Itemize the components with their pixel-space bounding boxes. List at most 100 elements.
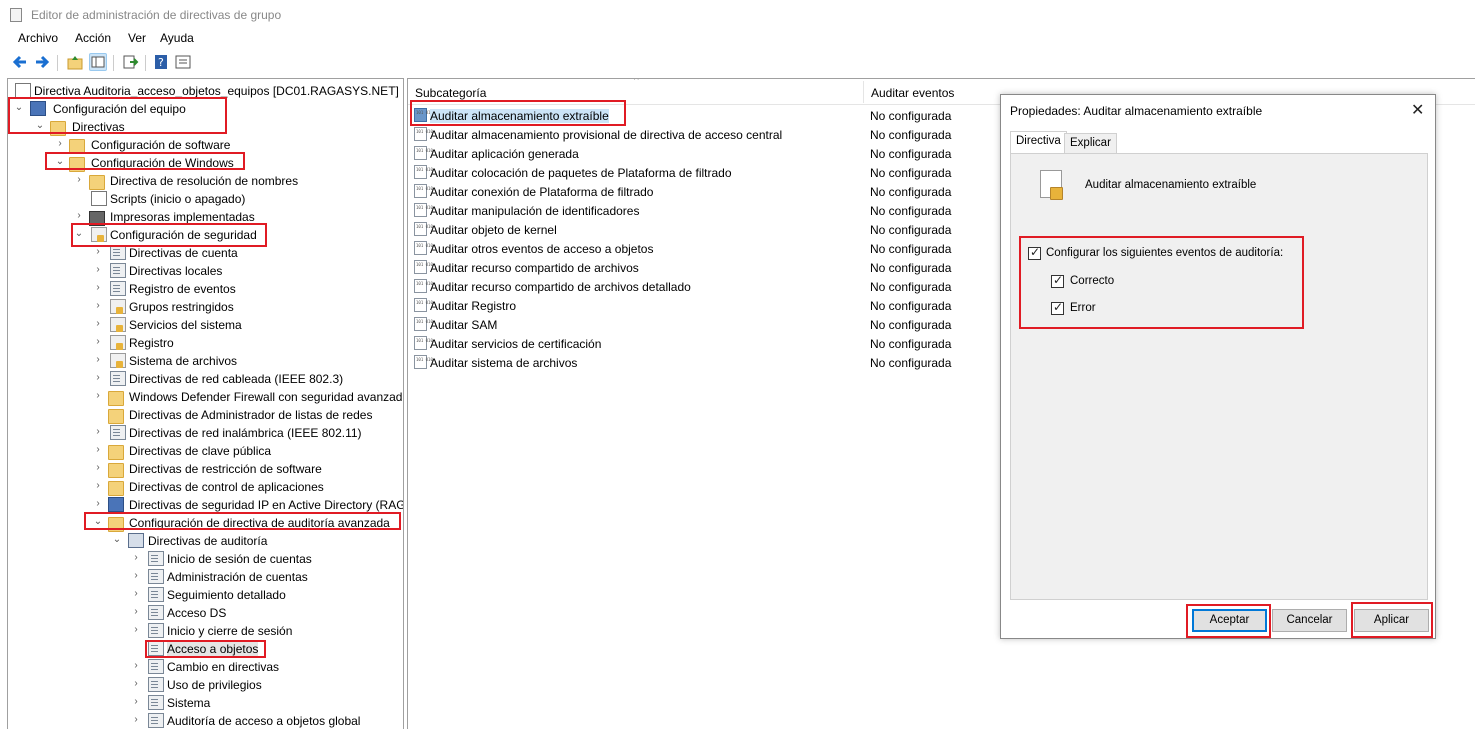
- list-row[interactable]: Auditar SAM No configurada: [408, 315, 998, 334]
- tree-item-label: Grupos restringidos: [129, 300, 234, 314]
- help-icon[interactable]: ?: [152, 53, 170, 71]
- list-row[interactable]: Auditar almacenamiento provisional de di…: [408, 125, 998, 144]
- menu-accion[interactable]: Acción: [75, 31, 111, 45]
- highlight-acceso-objetos: [145, 640, 266, 658]
- audit-setting-icon: [414, 203, 427, 217]
- list-row[interactable]: Auditar servicios de certificación No co…: [408, 334, 998, 353]
- list-row[interactable]: Auditar objeto de kernel No configurada: [408, 220, 998, 239]
- tree-item-label: Registro: [129, 336, 174, 350]
- lock-icon: [110, 299, 126, 314]
- tree-item-label: Directivas de restricción de software: [129, 462, 322, 476]
- menu-archivo[interactable]: Archivo: [18, 31, 58, 45]
- list-row[interactable]: Auditar recurso compartido de archivos N…: [408, 258, 998, 277]
- back-icon[interactable]: [11, 53, 29, 71]
- tree-item-label: Directivas de seguridad IP en Active Dir…: [129, 498, 404, 512]
- policy-icon: [148, 623, 164, 638]
- chevron-right-icon[interactable]: ›: [131, 589, 141, 599]
- close-icon[interactable]: ✕: [1411, 100, 1424, 120]
- list-row[interactable]: Auditar manipulación de identificadores …: [408, 201, 998, 220]
- chevron-right-icon[interactable]: ›: [131, 625, 141, 635]
- title-bar: Editor de administración de directivas d…: [0, 0, 1475, 30]
- properties-icon[interactable]: [174, 53, 192, 71]
- toolbar-separator: [145, 55, 146, 71]
- chevron-right-icon[interactable]: ›: [74, 175, 84, 185]
- list-row[interactable]: Auditar Registro No configurada: [408, 296, 998, 315]
- tree-item-label: Directivas de Administrador de listas de…: [129, 408, 373, 422]
- chevron-right-icon[interactable]: ›: [93, 247, 103, 257]
- list-row[interactable]: Auditar recurso compartido de archivos d…: [408, 277, 998, 296]
- wireless-policy-icon: [110, 425, 126, 440]
- tab-directiva[interactable]: Directiva: [1010, 131, 1067, 154]
- tree-item-label: Directivas de red inalámbrica (IEEE 802.…: [129, 426, 362, 440]
- audit-setting-icon: [414, 298, 427, 312]
- chevron-right-icon[interactable]: ›: [55, 139, 65, 149]
- up-folder-icon[interactable]: [66, 53, 84, 71]
- chevron-right-icon[interactable]: ›: [93, 391, 103, 401]
- chevron-right-icon[interactable]: ›: [93, 373, 103, 383]
- policy-icon: [110, 245, 126, 260]
- column-separator[interactable]: [863, 81, 864, 103]
- chevron-right-icon[interactable]: ›: [93, 499, 103, 509]
- chevron-right-icon[interactable]: ›: [131, 661, 141, 671]
- chevron-right-icon[interactable]: ›: [93, 301, 103, 311]
- column-subcategoria[interactable]: Subcategoría: [415, 86, 486, 100]
- tab-explicar[interactable]: Explicar: [1064, 133, 1117, 154]
- chevron-right-icon[interactable]: ›: [131, 571, 141, 581]
- chevron-right-icon[interactable]: ›: [93, 355, 103, 365]
- chevron-right-icon[interactable]: ›: [131, 679, 141, 689]
- chevron-down-icon[interactable]: ⌄: [112, 535, 122, 545]
- chevron-right-icon[interactable]: ›: [93, 427, 103, 437]
- chevron-right-icon[interactable]: ›: [93, 319, 103, 329]
- list-row[interactable]: Auditar otros eventos de acceso a objeto…: [408, 239, 998, 258]
- row-value: No configurada: [870, 109, 952, 123]
- chevron-right-icon[interactable]: ›: [93, 337, 103, 347]
- chevron-right-icon[interactable]: ›: [93, 445, 103, 455]
- console-tree: Directiva Auditoria_acceso_objetos_equip…: [7, 78, 404, 729]
- script-icon: [91, 191, 107, 206]
- audit-setting-icon: [414, 241, 427, 255]
- dialog-title: Propiedades: Auditar almacenamiento extr…: [1010, 104, 1263, 118]
- menu-bar: Archivo Acción Ver Ayuda: [0, 30, 1475, 50]
- chevron-right-icon[interactable]: ›: [93, 265, 103, 275]
- chevron-right-icon[interactable]: ›: [74, 211, 84, 221]
- highlight-config-seguridad: [71, 223, 267, 247]
- menu-ayuda[interactable]: Ayuda: [160, 31, 194, 45]
- ip-security-icon: [108, 497, 124, 512]
- audit-setting-icon: [414, 279, 427, 293]
- audit-setting-icon: [414, 355, 427, 369]
- chevron-right-icon[interactable]: ›: [131, 553, 141, 563]
- column-auditar-eventos[interactable]: Auditar eventos: [871, 86, 954, 100]
- row-name: Auditar objeto de kernel: [430, 223, 557, 237]
- tree-item-label: Acceso DS: [167, 606, 227, 620]
- list-row[interactable]: Auditar sistema de archivos No configura…: [408, 353, 998, 372]
- chevron-right-icon[interactable]: ›: [131, 697, 141, 707]
- export-list-icon[interactable]: [121, 53, 139, 71]
- toolbar: ?: [0, 50, 1475, 76]
- menu-ver[interactable]: Ver: [128, 31, 146, 45]
- tree-item-label: Inicio de sesión de cuentas: [167, 552, 312, 566]
- row-name: Auditar sistema de archivos: [430, 356, 578, 370]
- tree-item-label: Windows Defender Firewall con seguridad …: [129, 390, 404, 404]
- svg-text:?: ?: [158, 56, 164, 69]
- list-row[interactable]: Auditar aplicación generada No configura…: [408, 144, 998, 163]
- show-hide-tree-icon[interactable]: [89, 53, 107, 71]
- cancel-button[interactable]: Cancelar: [1272, 609, 1347, 632]
- app-icon: [10, 8, 22, 22]
- policy-icon: [148, 605, 164, 620]
- chevron-right-icon[interactable]: ›: [93, 481, 103, 491]
- tree-item-label: Cambio en directivas: [167, 660, 280, 674]
- chevron-right-icon[interactable]: ›: [93, 283, 103, 293]
- lock-icon: [110, 317, 126, 332]
- chevron-right-icon[interactable]: ›: [93, 463, 103, 473]
- highlight-config-windows: [45, 152, 245, 170]
- folder-icon: [108, 391, 124, 406]
- row-name: Auditar conexión de Plataforma de filtra…: [430, 185, 654, 199]
- forward-icon[interactable]: [33, 53, 51, 71]
- chevron-right-icon[interactable]: ›: [131, 607, 141, 617]
- row-name: Auditar servicios de certificación: [430, 337, 602, 351]
- list-row[interactable]: Auditar conexión de Plataforma de filtra…: [408, 182, 998, 201]
- row-value: No configurada: [870, 261, 952, 275]
- list-row[interactable]: Auditar colocación de paquetes de Plataf…: [408, 163, 998, 182]
- chevron-right-icon[interactable]: ›: [131, 715, 141, 725]
- tree-item-label: Directivas de cuenta: [129, 246, 238, 260]
